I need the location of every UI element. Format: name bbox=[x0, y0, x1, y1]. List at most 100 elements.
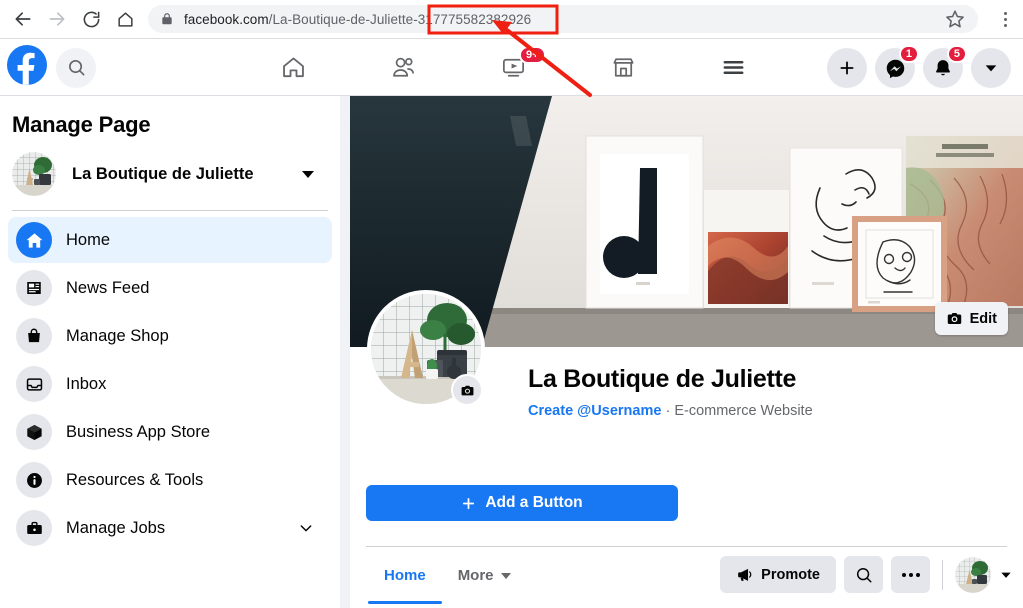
news-feed-icon bbox=[16, 270, 52, 306]
promote-label: Promote bbox=[761, 566, 820, 583]
sidebar-item-label: Home bbox=[66, 230, 111, 249]
home-button[interactable] bbox=[108, 2, 142, 36]
marketplace-icon bbox=[612, 58, 634, 77]
facebook-header: 9+ 1 5 bbox=[0, 40, 1023, 96]
facebook-logo[interactable] bbox=[7, 45, 47, 90]
sidebar-item-label: Inbox bbox=[66, 374, 107, 393]
info-icon bbox=[16, 462, 52, 498]
subtitle-separator: · bbox=[661, 403, 675, 419]
notifications-button[interactable]: 5 bbox=[923, 45, 967, 88]
sidebar-item-resources-tools[interactable]: Resources & Tools bbox=[8, 457, 332, 503]
plus-icon bbox=[463, 497, 475, 509]
friends-icon bbox=[392, 57, 414, 77]
camera-icon bbox=[947, 313, 961, 325]
home-icon bbox=[282, 57, 304, 78]
page-action-avatar[interactable] bbox=[955, 556, 991, 593]
back-button[interactable] bbox=[6, 2, 40, 36]
lock-icon bbox=[162, 13, 172, 25]
url-highlight-id: 317775582382926 bbox=[417, 11, 532, 27]
page-search-button[interactable] bbox=[844, 556, 883, 593]
page-category: E-commerce Website bbox=[674, 403, 813, 419]
search-button[interactable] bbox=[56, 47, 96, 88]
add-a-button-cta[interactable]: Add a Button bbox=[366, 485, 678, 521]
url-domain: facebook.com bbox=[184, 11, 269, 27]
inbox-icon bbox=[16, 366, 52, 402]
search-icon bbox=[856, 567, 871, 582]
megaphone-icon bbox=[738, 568, 752, 581]
chevron-down-icon bbox=[985, 65, 997, 72]
plus-icon bbox=[840, 61, 854, 75]
sidebar-item-inbox[interactable]: Inbox bbox=[8, 361, 332, 407]
sidebar-item-home[interactable]: Home bbox=[8, 217, 332, 263]
url-text: facebook.com/La-Boutique-de-Juliette-317… bbox=[184, 12, 944, 27]
address-bar[interactable]: facebook.com/La-Boutique-de-Juliette-317… bbox=[148, 5, 978, 33]
sidebar-item-business-app-store[interactable]: Business App Store bbox=[8, 409, 332, 455]
sidebar-item-news-feed[interactable]: News Feed bbox=[8, 265, 332, 311]
sidebar-divider bbox=[12, 210, 328, 211]
create-username-link[interactable]: Create @Username bbox=[528, 403, 661, 419]
sidebar-page-avatar bbox=[12, 152, 56, 196]
tab-home-label: Home bbox=[384, 567, 426, 584]
shop-bag-icon bbox=[16, 318, 52, 354]
manage-page-sidebar: Manage Page La Boutique de Juliette Home… bbox=[0, 96, 340, 608]
caret-down-icon[interactable] bbox=[302, 170, 314, 178]
nav-tab-home[interactable] bbox=[238, 40, 348, 95]
page-switcher[interactable]: La Boutique de Juliette bbox=[12, 150, 328, 198]
tab-home[interactable]: Home bbox=[368, 547, 442, 604]
sidebar-item-label: Business App Store bbox=[66, 422, 211, 441]
briefcase-icon bbox=[16, 510, 52, 546]
sidebar-item-label: News Feed bbox=[66, 278, 150, 297]
sidebar-item-label: Manage Jobs bbox=[66, 518, 166, 537]
page-switcher-name: La Boutique de Juliette bbox=[72, 164, 254, 183]
search-icon bbox=[68, 60, 84, 76]
browser-toolbar: facebook.com/La-Boutique-de-Juliette-317… bbox=[0, 0, 1023, 39]
caret-down-icon bbox=[500, 572, 511, 579]
account-menu-button[interactable] bbox=[971, 48, 1011, 88]
sidebar-item-label: Manage Shop bbox=[66, 326, 169, 345]
profile-avatar-wrapper[interactable] bbox=[367, 290, 485, 408]
edit-profile-picture-button[interactable] bbox=[451, 374, 483, 406]
header-right-actions: 1 5 bbox=[827, 40, 1011, 96]
add-a-button-label: Add a Button bbox=[485, 494, 583, 511]
edit-cover-button[interactable]: Edit bbox=[934, 302, 1008, 335]
caret-down-icon[interactable] bbox=[999, 568, 1013, 582]
create-button[interactable] bbox=[827, 48, 867, 88]
ellipsis-icon bbox=[901, 572, 920, 577]
profile-info: La Boutique de Juliette Create @Username… bbox=[528, 365, 813, 419]
messenger-button[interactable]: 1 bbox=[875, 45, 919, 88]
nav-tab-marketplace[interactable] bbox=[568, 40, 678, 95]
sidebar-item-manage-shop[interactable]: Manage Shop bbox=[8, 313, 332, 359]
sidebar-title: Manage Page bbox=[12, 112, 151, 137]
hamburger-menu-icon bbox=[723, 60, 743, 75]
tab-more-label: More bbox=[457, 567, 494, 584]
notifications-badge: 5 bbox=[946, 45, 967, 63]
promote-button[interactable]: Promote bbox=[720, 556, 836, 593]
tab-more[interactable]: More bbox=[442, 547, 527, 604]
reload-button[interactable] bbox=[74, 2, 108, 36]
page-main-content: Edit La Boutique de Juliette Create @Use… bbox=[350, 96, 1023, 608]
sidebar-item-label: Resources & Tools bbox=[66, 470, 204, 489]
actions-separator bbox=[942, 559, 943, 590]
page-subtitle: Create @Username · E-commerce Website bbox=[528, 403, 813, 419]
browser-menu-button[interactable] bbox=[992, 2, 1018, 36]
profile-header-row: La Boutique de Juliette Create @Username… bbox=[350, 290, 1023, 459]
home-filled-icon bbox=[16, 222, 52, 258]
star-icon[interactable] bbox=[944, 8, 966, 30]
chevron-down-icon[interactable] bbox=[298, 520, 314, 536]
forward-button[interactable] bbox=[40, 2, 74, 36]
page-title: La Boutique de Juliette bbox=[528, 365, 797, 393]
watch-badge: 9+ bbox=[519, 46, 546, 64]
camera-icon bbox=[461, 385, 473, 395]
messenger-badge: 1 bbox=[898, 45, 919, 63]
page-tab-actions: Promote bbox=[720, 556, 1013, 593]
page-more-options-button[interactable] bbox=[891, 556, 930, 593]
page-tabs-row: Home More Promote bbox=[350, 547, 1023, 604]
layout-gap bbox=[340, 96, 350, 608]
header-nav-tabs: 9+ bbox=[238, 40, 788, 95]
nav-tab-menu[interactable] bbox=[678, 40, 788, 95]
sidebar-item-manage-jobs[interactable]: Manage Jobs bbox=[8, 505, 332, 551]
url-path: /La-Boutique-de-Juliette- bbox=[268, 11, 418, 27]
cube-icon bbox=[16, 414, 52, 450]
nav-tab-watch[interactable]: 9+ bbox=[458, 40, 568, 95]
nav-tab-friends[interactable] bbox=[348, 40, 458, 95]
